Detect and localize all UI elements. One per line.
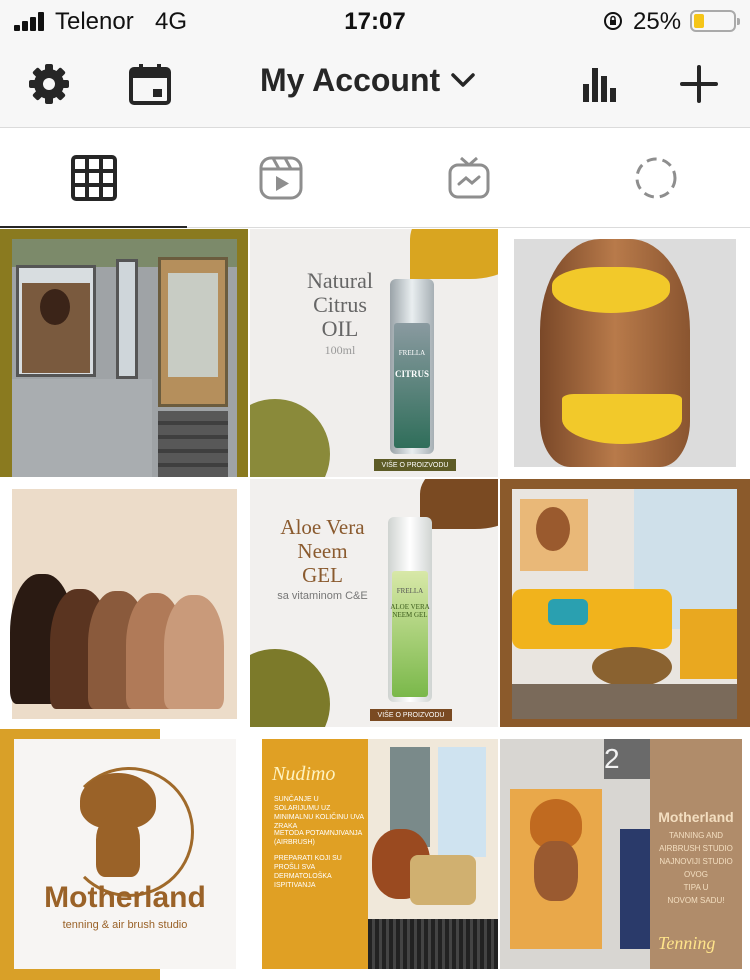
nudimo-item-3: PREPARATI KOJI SU PROŠLI SVA DERMATOLOŠK… xyxy=(274,855,342,889)
posts-grid: Natural Citrus OIL 100ml FRELLA CITRUS V… xyxy=(0,229,750,980)
reels-icon xyxy=(259,156,302,200)
post-nudimo[interactable]: Nudimo SUNČANJE U SOLARIJUMU UZ MINIMALN… xyxy=(250,729,498,980)
post-citrus-oil[interactable]: Natural Citrus OIL 100ml FRELLA CITRUS V… xyxy=(250,229,498,477)
room-number: 2 xyxy=(604,743,620,774)
aloe-bottle: FRELLA ALOE VERA NEEM GEL xyxy=(388,517,432,702)
post-storefront[interactable] xyxy=(0,229,248,477)
post-motherland-logo[interactable]: Motherland tenning & air brush studio xyxy=(0,729,248,980)
motherland-logo-text: Motherland xyxy=(44,881,206,914)
create-button[interactable] xyxy=(675,60,723,108)
nudimo-item-2: METODA POTAMNJIVANJA (AIRBRUSH) xyxy=(274,830,362,846)
plus-icon xyxy=(680,65,718,103)
tab-igtv[interactable] xyxy=(375,128,562,228)
aloe-title: Aloe Vera Neem GEL sa vitaminom C&E xyxy=(277,515,368,602)
active-tab-indicator xyxy=(0,226,187,228)
studio-brand: Motherland xyxy=(658,809,734,825)
chevron-down-icon xyxy=(451,73,475,87)
grid-icon xyxy=(70,155,117,201)
account-title: My Account xyxy=(260,61,441,98)
gear-icon xyxy=(29,64,69,104)
aloe-cta: VIŠE O PROIZVODU xyxy=(370,709,452,721)
insights-icon xyxy=(583,68,616,102)
motherland-tagline: tenning & air brush studio xyxy=(62,919,188,931)
settings-button[interactable] xyxy=(25,60,73,108)
citrus-title: Natural Citrus OIL 100ml xyxy=(307,268,373,358)
post-women-illustration[interactable] xyxy=(0,479,248,727)
profile-tabs xyxy=(0,128,750,228)
post-bikini[interactable] xyxy=(500,229,750,477)
account-switcher[interactable]: My Account xyxy=(260,58,476,102)
insights-button[interactable] xyxy=(575,60,623,108)
calendar-icon xyxy=(129,64,171,105)
tab-reels[interactable] xyxy=(187,128,374,228)
battery-icon xyxy=(690,10,740,32)
studio-text: TANNING AND AIRBRUSH STUDIO NAJNOVIJI ST… xyxy=(659,831,733,905)
igtv-icon xyxy=(448,156,489,199)
rotation-lock-icon xyxy=(604,12,622,30)
calendar-button[interactable] xyxy=(126,60,174,108)
tab-grid[interactable] xyxy=(0,128,187,228)
nudimo-item-1: SUNČANJE U SOLARIJUMU UZ MINIMALNU KOLIČ… xyxy=(274,796,364,830)
dashed-circle-icon xyxy=(635,157,676,199)
post-aloe-gel[interactable]: Aloe Vera Neem GEL sa vitaminom C&E FREL… xyxy=(250,479,498,727)
citrus-cta: VIŠE O PROIZVODU xyxy=(374,459,456,471)
studio-script: Tenning xyxy=(658,933,716,953)
app-header: My Account xyxy=(0,44,750,128)
tab-stories[interactable] xyxy=(562,128,749,228)
post-studio[interactable]: 2 Motherland TANNING AND AIRBRUSH STUDIO… xyxy=(500,729,750,980)
post-lounge[interactable] xyxy=(500,479,750,727)
nudimo-heading: Nudimo xyxy=(272,763,336,785)
citrus-bottle: FRELLA CITRUS xyxy=(390,279,434,454)
status-bar: Telenor 4G 17:07 25% xyxy=(0,0,750,44)
battery-percent: 25% xyxy=(633,8,682,35)
